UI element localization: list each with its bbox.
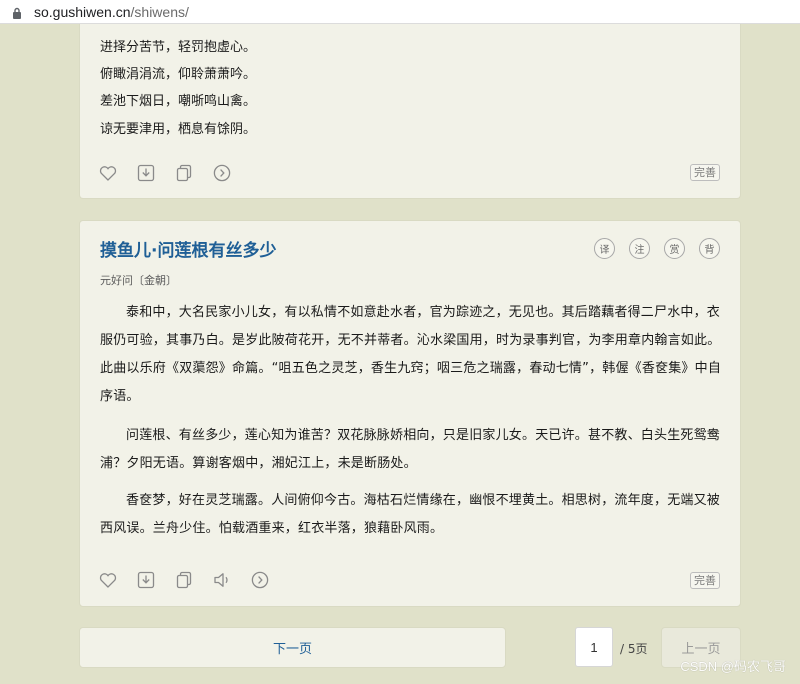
poem-line: 进择分苦节，轻罚抱虚心。 xyxy=(100,40,257,55)
card-toolbar xyxy=(98,162,250,184)
annotate-button[interactable]: 注 xyxy=(629,238,650,259)
watermark: CSDN @码农飞哥 xyxy=(680,659,786,674)
heart-icon[interactable] xyxy=(98,163,118,183)
lock-icon xyxy=(12,6,22,19)
poem-line: 俯瞰涓涓流，仰聆萧萧吟。 xyxy=(100,67,257,82)
poem-line: 差池下烟日，嘲哳鸣山禽。 xyxy=(100,94,257,109)
url-path: /shiwens/ xyxy=(130,3,189,20)
recite-button[interactable]: 背 xyxy=(699,238,720,259)
poem-card: 摸鱼儿·问莲根有丝多少 元好问〔金朝〕 译 注 赏 背 泰和中，大名民家小儿女，… xyxy=(79,220,741,607)
poem-preface: 泰和中，大名民家小儿女，有以私情不如意赴水者，官为踪迹之，无见也。其后踏藕者得二… xyxy=(100,305,722,404)
poem-title[interactable]: 摸鱼儿·问莲根有丝多少 xyxy=(100,236,276,261)
heart-icon[interactable] xyxy=(98,570,118,590)
translate-button[interactable]: 译 xyxy=(594,238,615,259)
arrow-right-circle-icon[interactable] xyxy=(250,570,270,590)
next-page-button[interactable]: 下一页 xyxy=(79,627,506,668)
poem-author[interactable]: 元好问〔金朝〕 xyxy=(100,272,177,288)
poem-actions: 译 注 赏 背 xyxy=(594,238,720,259)
poem-stanza-1: 问莲根、有丝多少，莲心知为谁苦？双花脉脉娇相向，只是旧家儿女。天已许。甚不教、白… xyxy=(100,428,721,471)
perfect-button[interactable]: 完善 xyxy=(690,164,720,181)
page-number-input[interactable] xyxy=(575,627,613,667)
poem-card-previous: 进择分苦节，轻罚抱虚心。 俯瞰涓涓流，仰聆萧萧吟。 差池下烟日，嘲哳鸣山禽。 谅… xyxy=(79,24,741,199)
arrow-right-circle-icon[interactable] xyxy=(212,163,232,183)
copy-icon[interactable] xyxy=(174,163,194,183)
perfect-button[interactable]: 完善 xyxy=(690,572,720,589)
download-icon[interactable] xyxy=(136,570,156,590)
appreciate-button[interactable]: 赏 xyxy=(664,238,685,259)
copy-icon[interactable] xyxy=(174,570,194,590)
page-total: / 5页 xyxy=(620,642,648,656)
poem-line: 谅无要津用，栖息有馀阴。 xyxy=(100,122,257,137)
address-bar[interactable]: so.gushiwen.cn /shiwens/ xyxy=(0,0,800,24)
speaker-icon[interactable] xyxy=(212,570,232,590)
poem-stanza-2: 香奁梦，好在灵芝瑞露。人间俯仰今古。海枯石烂情缘在，幽恨不埋黄土。相思树，流年度… xyxy=(100,493,721,536)
download-icon[interactable] xyxy=(136,163,156,183)
card-toolbar xyxy=(98,569,288,591)
url-host: so.gushiwen.cn xyxy=(34,3,131,20)
